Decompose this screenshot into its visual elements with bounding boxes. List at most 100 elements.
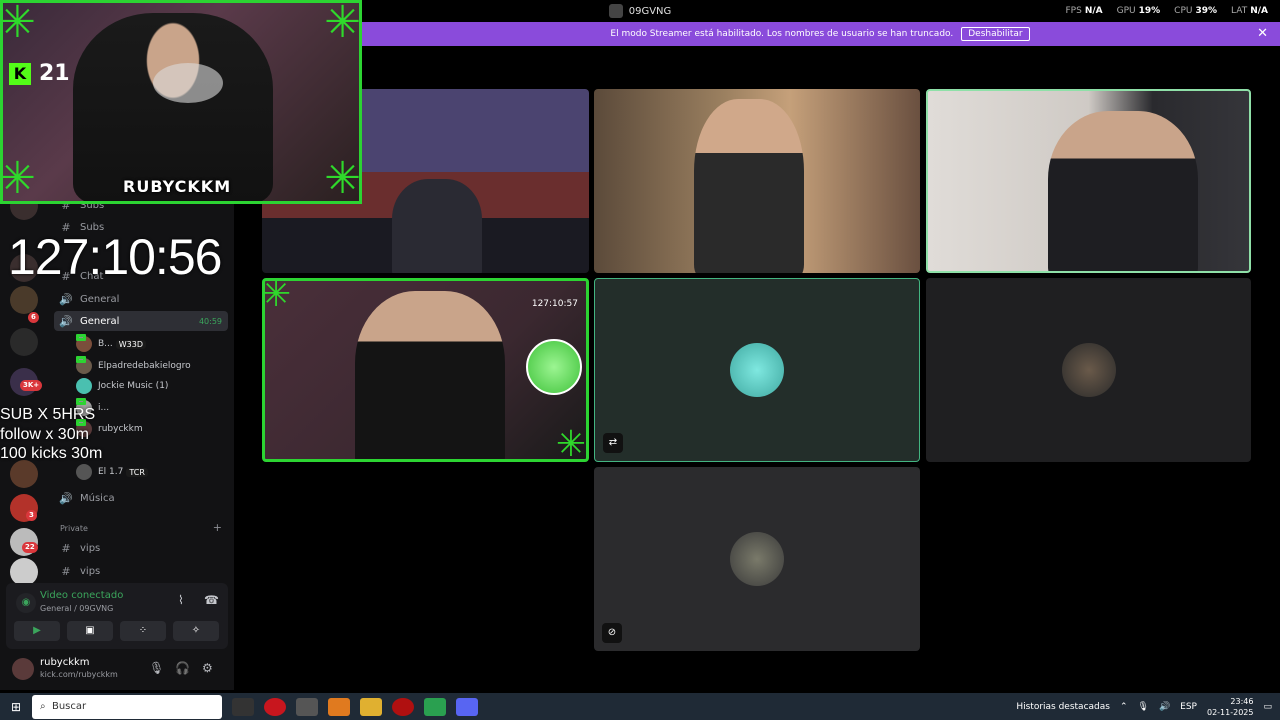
voice-user[interactable]: B... W33D: [76, 334, 226, 354]
user-panel: rubyckkm kick.com/rubyckkm 🎙 🎧 ⚙: [0, 652, 234, 690]
notification-badge: 22: [22, 542, 38, 553]
overlay-ball: [526, 339, 582, 395]
camera-icon: [76, 356, 86, 363]
avatar: [1061, 343, 1116, 397]
avatar[interactable]: [12, 658, 34, 680]
kick-logo-icon: K: [9, 62, 31, 85]
voice-user[interactable]: El 1.7 TCR: [76, 462, 226, 482]
smoke-cloud: [153, 63, 223, 103]
app-icon[interactable]: [392, 697, 414, 716]
participant-video: [392, 179, 482, 273]
soundboard-button[interactable]: ✧: [173, 621, 219, 641]
video-tile[interactable]: ⇄: [594, 278, 920, 462]
leaf-icon: ✳: [324, 0, 361, 48]
clock[interactable]: 23:46 02-11-2025: [1207, 696, 1254, 718]
taskbar: ⊞ ⌕ Buscar Historias destacadas ⌃ 🎙 🔊 ES…: [0, 693, 1280, 720]
leaf-icon: ✳: [324, 153, 361, 204]
participant-video: [1048, 111, 1198, 271]
speaker-icon: 🔊: [59, 292, 73, 306]
microphone-icon[interactable]: 🎙: [1138, 702, 1149, 712]
lat-stat: LAT N/A: [1231, 6, 1268, 16]
muted-icon: ⊘: [602, 623, 622, 643]
voice-user[interactable]: Jockie Music (1): [76, 376, 226, 396]
disconnect-icon[interactable]: ☎: [204, 593, 219, 607]
channel-musica[interactable]: 🔊 Música: [54, 488, 228, 508]
server-icon[interactable]: [10, 558, 38, 586]
stream-timer: 127:10:57: [531, 299, 578, 309]
search-input[interactable]: ⌕ Buscar: [32, 694, 222, 719]
call-duration: 40:59: [198, 316, 222, 326]
speaker-icon: 🔊: [59, 314, 73, 328]
voice-user[interactable]: i...: [76, 398, 226, 418]
video-tile[interactable]: [594, 89, 920, 273]
user-tag: W33D: [115, 339, 147, 349]
screen: 09GVNG FPS N/A GPU 19% CPU 39% LAT N/A El mo…: [0, 0, 1280, 720]
task-view-icon[interactable]: [232, 697, 254, 716]
volume-icon[interactable]: 🔊: [1159, 702, 1170, 712]
video-tile[interactable]: ⊘: [594, 467, 920, 651]
notification-icon[interactable]: ▭: [1263, 702, 1272, 712]
app-icon[interactable]: [328, 697, 350, 716]
channel-general[interactable]: 🔊 General: [54, 289, 228, 309]
camera-button[interactable]: ▶: [14, 621, 60, 641]
discord-icon[interactable]: [456, 697, 478, 716]
server-icon[interactable]: [10, 286, 38, 314]
participant-video: [355, 291, 505, 459]
server-icon[interactable]: [10, 460, 38, 488]
camera-icon: [76, 334, 86, 341]
leaf-icon: ✳: [262, 278, 292, 315]
voice-user[interactable]: rubyckkm: [76, 419, 226, 439]
speaker-icon: 🔊: [59, 491, 73, 505]
category-private[interactable]: Private: [60, 524, 88, 533]
leaf-icon: ✳: [555, 424, 586, 462]
promo-line: 100 kicks 30m: [0, 445, 103, 462]
server-name: 09GVNG: [628, 5, 672, 17]
system-tray: Historias destacadas ⌃ 🎙 🔊 ESP 23:46 02-1…: [1016, 693, 1272, 720]
streamer-name: RUBYCKKM: [123, 177, 232, 196]
cpu-stat: CPU 39%: [1174, 6, 1218, 16]
avatar: [76, 464, 92, 480]
video-tile[interactable]: [926, 278, 1251, 462]
channel-vips[interactable]: # vips: [54, 561, 228, 581]
streamer-video: [73, 13, 273, 201]
server-icon[interactable]: [10, 328, 38, 356]
gear-icon[interactable]: ⚙: [202, 661, 213, 675]
notification-badge: 3K+: [20, 380, 43, 391]
add-channel-icon[interactable]: +: [213, 521, 222, 534]
language-indicator[interactable]: ESP: [1180, 702, 1197, 712]
disable-streamer-button[interactable]: Deshabilitar: [961, 27, 1030, 41]
windows-start-icon[interactable]: ⊞: [0, 700, 32, 714]
voice-user[interactable]: Elpadredebakielogro: [76, 356, 226, 376]
voice-status: Video conectado: [40, 590, 124, 601]
chevron-up-icon[interactable]: ⌃: [1120, 702, 1128, 712]
fps-stat: FPS N/A: [1065, 6, 1103, 16]
camera-icon: [76, 398, 86, 405]
microphone-icon[interactable]: 🎙: [149, 661, 164, 675]
opera-icon[interactable]: [264, 697, 286, 716]
screen-share-button[interactable]: ▣: [67, 621, 113, 641]
streamer-mode-banner: El modo Streamer está habilitado. Los no…: [360, 22, 1280, 46]
channel-general-active[interactable]: 🔊 General 40:59: [54, 311, 228, 331]
store-icon[interactable]: [424, 697, 446, 716]
subathon-timer: 127:10:56: [8, 229, 222, 285]
search-icon: ⌕: [40, 701, 52, 712]
news-widget[interactable]: Historias destacadas: [1016, 702, 1110, 712]
activities-button[interactable]: ⁘: [120, 621, 166, 641]
headphones-icon[interactable]: 🎧: [175, 661, 190, 675]
kick-viewer-badge: K 21: [9, 61, 70, 86]
screen-share-icon: ⇄: [603, 433, 623, 453]
leaf-icon: ✳: [0, 153, 36, 204]
video-tile-speaking[interactable]: [926, 89, 1251, 273]
promo-line: SUB X 5HRS: [0, 406, 96, 423]
channel-vips[interactable]: # vips: [54, 538, 228, 558]
noise-suppression-icon[interactable]: ⌇: [178, 593, 184, 607]
banner-message: El modo Streamer está habilitado. Los no…: [610, 29, 954, 39]
user-status: kick.com/rubyckkm: [40, 670, 118, 679]
webcam-overlay: ✳ ✳ ✳ ✳ K 21 RUBYCKKM: [0, 0, 362, 204]
obs-icon[interactable]: [296, 697, 318, 716]
signal-icon[interactable]: ◉: [16, 593, 36, 613]
close-icon[interactable]: ✕: [1257, 26, 1268, 41]
promo-line: follow x 30m: [0, 426, 89, 443]
stream-tile[interactable]: ✳ ✳ 127:10:57: [262, 278, 589, 462]
folder-icon[interactable]: [360, 697, 382, 716]
